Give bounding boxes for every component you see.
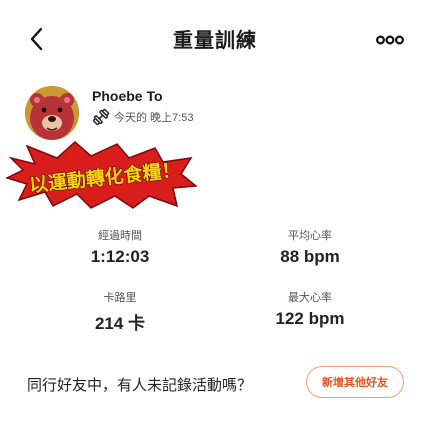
- stat-label: 平均心率: [288, 230, 332, 242]
- stat-value: 1:12:03: [90, 247, 150, 266]
- stat-label: 經過時間: [98, 230, 142, 242]
- activity-time: 今天的 晚上7:53: [114, 112, 194, 124]
- stat-label: 卡路里: [103, 292, 137, 304]
- add-friends-prompt: 同行好友中，有人未記錄活動嗎？: [27, 377, 253, 394]
- more-options-button[interactable]: [375, 33, 405, 45]
- stat-value: 214 卡: [94, 314, 146, 333]
- motivation-sticker: 以運動轉化食糧！: [4, 140, 198, 210]
- stat-elapsed-time: 經過時間 1:12:03: [60, 227, 180, 267]
- dumbbell-icon: [92, 108, 110, 126]
- stat-label: 最大心率: [288, 292, 332, 304]
- stat-value: 88 bpm: [280, 247, 340, 266]
- stat-max-heart-rate: 最大心率 122 bpm: [250, 289, 370, 329]
- more-icon: [375, 35, 405, 45]
- avatar[interactable]: [25, 86, 79, 140]
- stat-value: 122 bpm: [275, 309, 345, 328]
- add-friends-button[interactable]: 新增其他好友: [306, 366, 404, 398]
- page-title: 重量訓練: [173, 30, 257, 52]
- user-name[interactable]: Phoebe To: [92, 88, 163, 104]
- stat-avg-heart-rate: 平均心率 88 bpm: [250, 227, 370, 267]
- stat-calories: 卡路里 214 卡: [60, 289, 180, 334]
- activity-info: 今天的 晚上7:53: [92, 108, 193, 126]
- bear-avatar-image: [25, 86, 79, 140]
- top-bar: 重量訓練: [0, 0, 430, 74]
